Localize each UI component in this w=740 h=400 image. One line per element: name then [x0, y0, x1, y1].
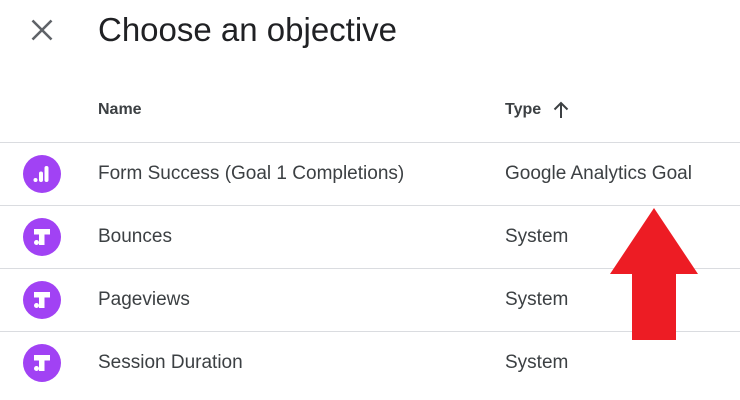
dialog-title: Choose an objective: [98, 11, 398, 48]
column-header-name[interactable]: Name: [98, 99, 142, 121]
row-type: System: [505, 352, 569, 373]
row-name: Pageviews: [98, 289, 190, 310]
analytics-bars-icon: [23, 155, 61, 193]
row-type: System: [505, 226, 569, 247]
row-name: Session Duration: [98, 352, 243, 373]
column-header-type[interactable]: Type: [505, 99, 569, 121]
table-header: Name Type: [0, 80, 740, 143]
optimize-icon: [23, 218, 61, 256]
row-type: Google Analytics Goal: [505, 163, 692, 184]
optimize-icon: [23, 344, 61, 382]
close-icon: [31, 19, 53, 41]
row-name: Form Success (Goal 1 Completions): [98, 163, 405, 184]
optimize-icon: [23, 281, 61, 319]
table-row[interactable]: Form Success (Goal 1 Completions) Google…: [0, 143, 740, 206]
annotation-arrow: [610, 208, 698, 340]
dialog-header: Choose an objective: [0, 0, 740, 64]
table-row[interactable]: Session Duration System: [0, 332, 740, 394]
row-name: Bounces: [98, 226, 172, 247]
row-type: System: [505, 289, 569, 310]
arrow-up-icon[interactable]: [553, 101, 569, 119]
column-header-type-label: Type: [505, 101, 542, 118]
close-button[interactable]: [22, 10, 62, 50]
